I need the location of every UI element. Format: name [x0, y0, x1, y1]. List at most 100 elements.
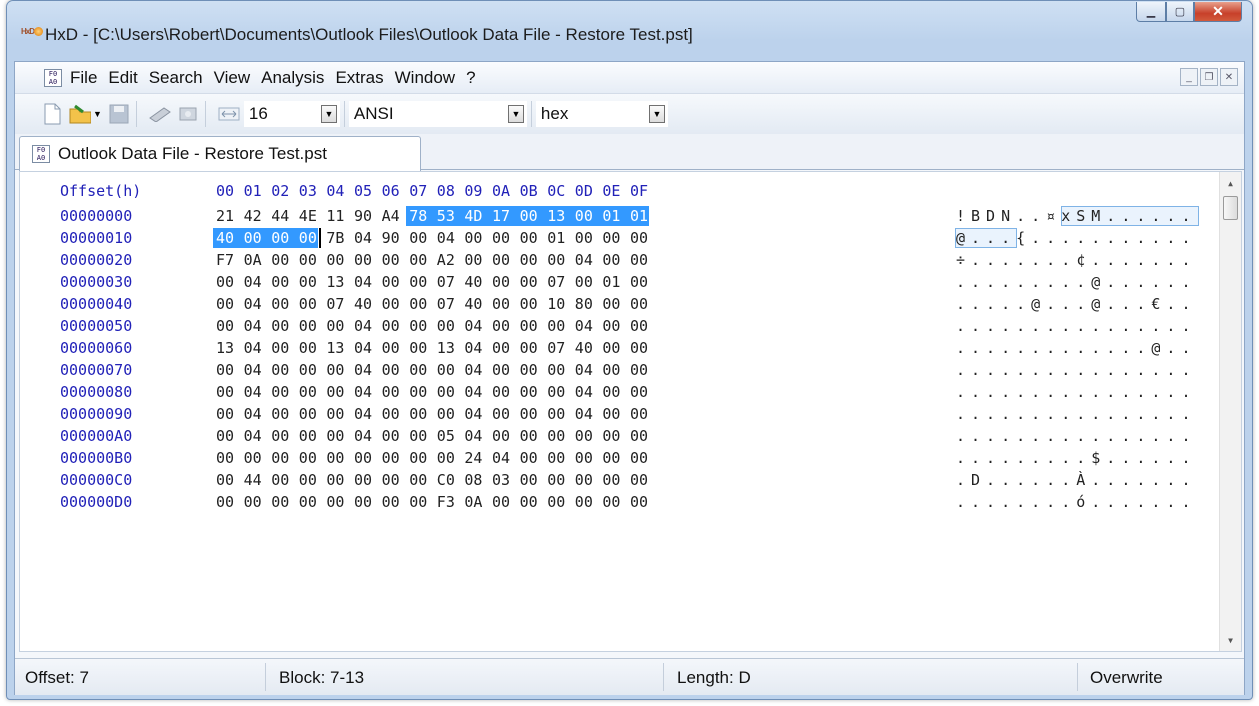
close-button[interactable]: ✕ — [1194, 2, 1242, 22]
hex-byte[interactable]: 00 — [326, 425, 344, 447]
hex-byte[interactable]: 00 — [299, 227, 317, 249]
hex-byte[interactable]: 21 — [216, 205, 234, 227]
hex-byte[interactable]: 00 — [409, 469, 427, 491]
hex-byte[interactable]: C0 — [437, 469, 455, 491]
hex-byte[interactable]: 04 — [354, 425, 372, 447]
hex-byte[interactable]: 04 — [464, 425, 482, 447]
ascii-text[interactable]: .........@...... — [956, 271, 1197, 293]
hex-byte[interactable]: 01 — [602, 205, 620, 227]
hex-byte[interactable]: 40 — [464, 293, 482, 315]
hex-byte[interactable]: 00 — [216, 403, 234, 425]
vertical-scrollbar[interactable]: ▲ ▼ — [1219, 172, 1241, 651]
hex-byte[interactable]: 00 — [630, 337, 648, 359]
hex-byte[interactable]: 04 — [575, 403, 593, 425]
hex-byte[interactable]: 04 — [575, 249, 593, 271]
hex-byte[interactable]: 00 — [299, 425, 317, 447]
hex-byte[interactable]: 13 — [326, 337, 344, 359]
hex-byte[interactable]: 00 — [409, 337, 427, 359]
hex-byte[interactable]: 4E — [299, 205, 317, 227]
hex-editor[interactable]: Offset(h) 00 01 02 03 04 05 06 07 08 09 0A 0B 0C 0D 0E 0… — [19, 171, 1242, 652]
hex-byte[interactable]: 04 — [244, 337, 262, 359]
hxd-app-icon[interactable]: HxD — [21, 26, 44, 40]
hex-byte[interactable]: 00 — [520, 469, 538, 491]
hex-byte[interactable]: F7 — [216, 249, 234, 271]
ascii-text[interactable]: .D......À....... — [956, 469, 1197, 491]
hex-byte[interactable]: 00 — [630, 249, 648, 271]
hex-byte[interactable]: 00 — [244, 491, 262, 513]
hex-byte[interactable]: 04 — [575, 381, 593, 403]
hex-byte[interactable]: 90 — [382, 227, 400, 249]
hex-byte[interactable]: 03 — [492, 469, 510, 491]
hex-byte[interactable]: 00 — [492, 381, 510, 403]
hex-byte[interactable]: 04 — [464, 381, 482, 403]
hex-byte[interactable]: 00 — [409, 447, 427, 469]
hex-byte[interactable]: 00 — [271, 359, 289, 381]
hex-byte[interactable]: 08 — [464, 469, 482, 491]
ascii-text[interactable]: .....@...@...€.. — [956, 293, 1197, 315]
offset-base-select[interactable]: hex ▼ — [535, 101, 668, 127]
hex-byte[interactable]: 00 — [299, 447, 317, 469]
hex-byte[interactable]: 90 — [354, 205, 372, 227]
hex-byte[interactable]: 00 — [630, 271, 648, 293]
hex-byte[interactable]: 10 — [547, 293, 565, 315]
hex-byte[interactable]: 0A — [244, 249, 262, 271]
scroll-up-icon[interactable]: ▲ — [1220, 174, 1241, 192]
hex-byte[interactable]: 00 — [520, 381, 538, 403]
chevron-down-icon[interactable]: ▼ — [320, 105, 337, 123]
hex-byte[interactable]: 04 — [354, 271, 372, 293]
menu-view[interactable]: View — [214, 68, 251, 88]
hex-byte[interactable]: 05 — [437, 425, 455, 447]
hex-byte[interactable]: 00 — [602, 447, 620, 469]
hex-byte[interactable]: 00 — [271, 249, 289, 271]
hex-byte[interactable]: 40 — [464, 271, 482, 293]
hex-byte[interactable]: 00 — [216, 425, 234, 447]
hex-byte[interactable]: 00 — [492, 315, 510, 337]
hex-byte[interactable]: 00 — [354, 469, 372, 491]
hex-byte[interactable]: 00 — [299, 469, 317, 491]
hex-byte[interactable]: 07 — [326, 293, 344, 315]
hex-byte[interactable]: 00 — [630, 447, 648, 469]
hex-byte[interactable]: 00 — [271, 227, 289, 249]
hex-byte[interactable]: 00 — [520, 271, 538, 293]
hex-byte[interactable]: 00 — [271, 469, 289, 491]
hex-byte[interactable]: 00 — [520, 205, 538, 227]
hex-byte[interactable]: 00 — [409, 271, 427, 293]
hex-byte[interactable]: 00 — [547, 359, 565, 381]
hex-byte[interactable]: 00 — [492, 425, 510, 447]
hex-byte[interactable]: 04 — [244, 271, 262, 293]
hex-byte[interactable]: 00 — [216, 447, 234, 469]
hex-byte[interactable]: 00 — [409, 293, 427, 315]
hex-byte[interactable]: 00 — [547, 315, 565, 337]
hex-byte[interactable]: 01 — [547, 227, 565, 249]
hex-byte[interactable]: 00 — [326, 491, 344, 513]
hex-byte[interactable]: 00 — [520, 293, 538, 315]
hex-byte[interactable]: 00 — [409, 403, 427, 425]
hex-byte[interactable]: 13 — [547, 205, 565, 227]
hex-byte[interactable]: 01 — [602, 271, 620, 293]
hex-byte[interactable]: 00 — [602, 359, 620, 381]
ascii-text[interactable]: .............@.. — [956, 337, 1197, 359]
hex-byte[interactable]: 00 — [630, 293, 648, 315]
hex-byte[interactable]: 0A — [464, 491, 482, 513]
hex-byte[interactable]: 00 — [326, 403, 344, 425]
hex-byte[interactable]: 00 — [602, 227, 620, 249]
hex-byte[interactable]: 04 — [464, 403, 482, 425]
hex-byte[interactable]: 00 — [354, 249, 372, 271]
hex-byte[interactable]: 13 — [326, 271, 344, 293]
hex-byte[interactable]: 00 — [520, 337, 538, 359]
hex-byte[interactable]: 00 — [575, 227, 593, 249]
hex-byte[interactable]: 4D — [464, 205, 482, 227]
hex-byte[interactable]: 00 — [216, 359, 234, 381]
hex-byte[interactable]: 00 — [299, 359, 317, 381]
hex-byte[interactable]: 01 — [630, 205, 648, 227]
hex-byte[interactable]: 04 — [244, 293, 262, 315]
hex-byte[interactable]: 00 — [354, 447, 372, 469]
ascii-text[interactable]: ................ — [956, 315, 1197, 337]
hex-byte[interactable]: 00 — [271, 315, 289, 337]
charset-select[interactable]: ANSI ▼ — [348, 101, 527, 127]
maximize-button[interactable]: ▢ — [1166, 2, 1194, 22]
ascii-text[interactable]: ................ — [956, 425, 1197, 447]
hex-byte[interactable]: 00 — [299, 271, 317, 293]
hex-byte[interactable]: 00 — [244, 227, 262, 249]
hex-byte[interactable]: 04 — [354, 359, 372, 381]
